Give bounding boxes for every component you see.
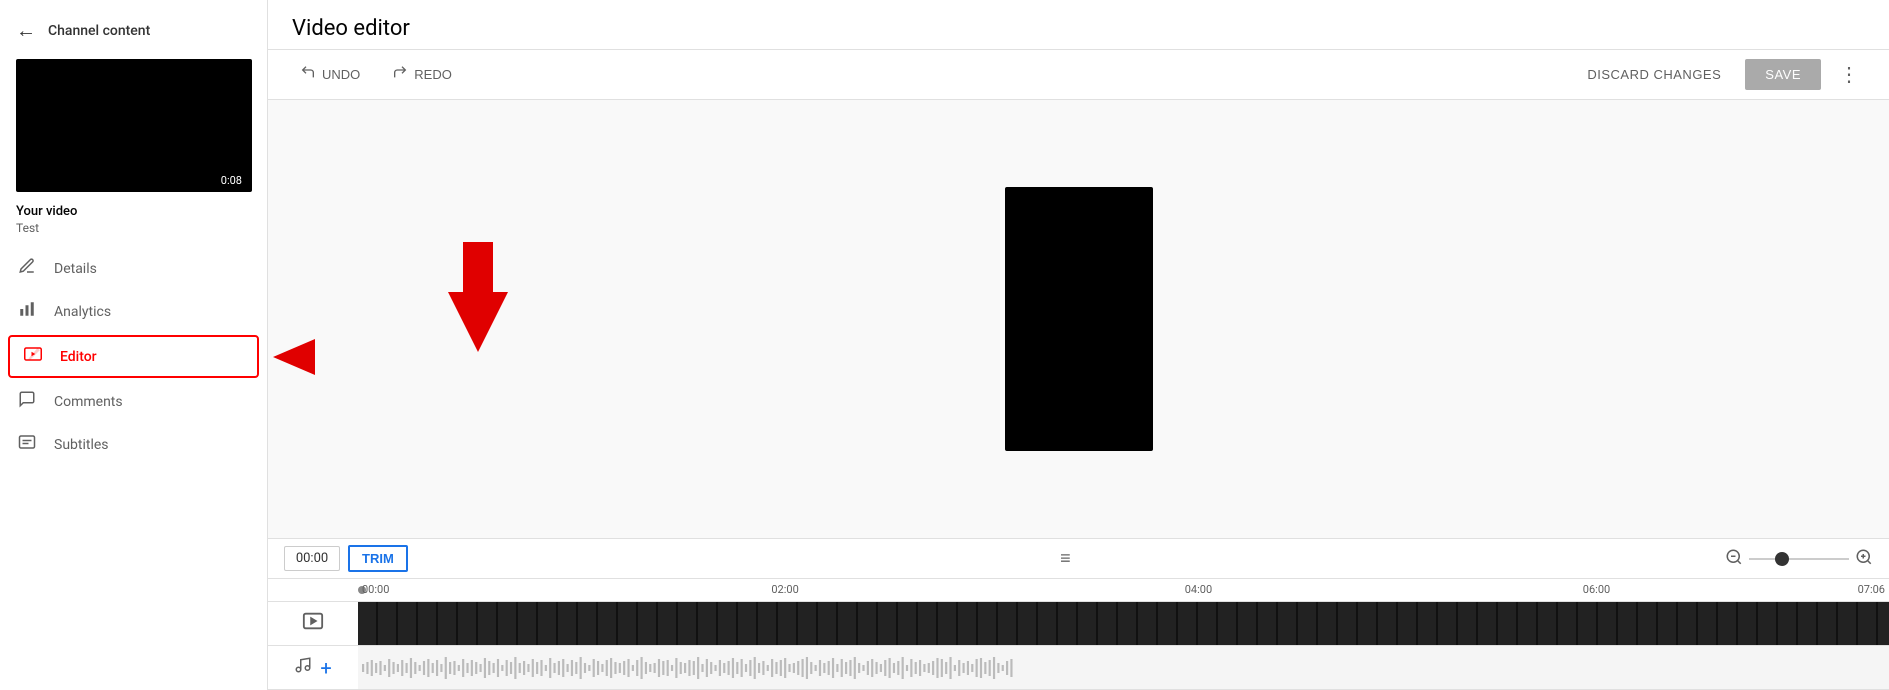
analytics-icon bbox=[16, 300, 38, 323]
audio-waveform: // Generate waveform bars inline via SVG… bbox=[362, 654, 1885, 682]
details-label: Details bbox=[54, 261, 97, 277]
timeline-wrapper: 00:00 02:00 04:00 06:00 07:06 bbox=[268, 579, 1889, 690]
undo-label: UNDO bbox=[322, 67, 360, 82]
back-button[interactable]: ← Channel content bbox=[0, 8, 267, 59]
sidebar-item-comments[interactable]: Comments bbox=[0, 380, 267, 423]
audio-track-row: + // Generate waveform bars inline via S… bbox=[268, 646, 1889, 690]
channel-content-label: Channel content bbox=[48, 23, 150, 39]
sidebar-item-details[interactable]: Details bbox=[0, 247, 267, 290]
page-title: Video editor bbox=[292, 16, 410, 41]
ruler-mark-0: 00:00 bbox=[362, 583, 389, 596]
undo-icon bbox=[300, 64, 316, 85]
video-title: Your video bbox=[16, 204, 251, 219]
page-header: Video editor bbox=[268, 0, 1889, 50]
down-arrow-annotation bbox=[448, 242, 508, 352]
analytics-label: Analytics bbox=[54, 304, 111, 320]
toolbar-right: DISCARD CHANGES SAVE ⋮ bbox=[1575, 58, 1865, 91]
audio-track-content[interactable]: // Generate waveform bars inline via SVG… bbox=[358, 646, 1889, 689]
toolbar-left: UNDO REDO bbox=[292, 60, 460, 89]
ruler-mark-2: 04:00 bbox=[1185, 583, 1212, 596]
ruler-mark-4: 07:06 bbox=[1858, 583, 1885, 596]
editor-label: Editor bbox=[60, 349, 97, 365]
editor-icon bbox=[22, 345, 44, 368]
undo-button[interactable]: UNDO bbox=[292, 60, 368, 89]
timeline-controls: 00:00 TRIM ≡ bbox=[268, 538, 1889, 579]
zoom-slider[interactable] bbox=[1749, 558, 1849, 560]
video-track-icon-area bbox=[268, 610, 358, 637]
toolbar: UNDO REDO DISCARD CHANGES SAVE ⋮ bbox=[268, 50, 1889, 100]
video-duration: 0:08 bbox=[217, 173, 246, 188]
more-icon: ⋮ bbox=[1839, 64, 1859, 86]
ruler-mark-1: 02:00 bbox=[771, 583, 798, 596]
sidebar: ← Channel content 0:08 Your video Test D… bbox=[0, 0, 268, 690]
audio-note-icon bbox=[294, 656, 312, 679]
video-track-content[interactable] bbox=[358, 602, 1889, 645]
video-preview bbox=[1005, 187, 1153, 451]
main-content: Video editor UNDO REDO DISCARD CHANGES S… bbox=[268, 0, 1889, 690]
redo-label: REDO bbox=[414, 67, 452, 82]
subtitles-icon bbox=[16, 433, 38, 456]
sidebar-item-editor[interactable]: Editor bbox=[8, 335, 259, 378]
more-options-button[interactable]: ⋮ bbox=[1833, 58, 1865, 91]
zoom-in-icon[interactable] bbox=[1855, 548, 1873, 570]
details-icon bbox=[16, 257, 38, 280]
zoom-out-icon[interactable] bbox=[1725, 548, 1743, 570]
video-info: Your video Test bbox=[0, 200, 267, 247]
video-thumbnail: 0:08 bbox=[16, 59, 252, 192]
sidebar-item-subtitles[interactable]: Subtitles bbox=[0, 423, 267, 466]
timeline-center: ≡ bbox=[416, 548, 1717, 569]
redo-icon bbox=[392, 64, 408, 85]
comments-icon bbox=[16, 390, 38, 413]
handle-icon: ≡ bbox=[1060, 548, 1073, 569]
timeline-ruler-row: 00:00 02:00 04:00 06:00 07:06 bbox=[268, 579, 1889, 602]
time-display: 00:00 bbox=[284, 546, 340, 571]
ruler-marks-area: 00:00 02:00 04:00 06:00 07:06 bbox=[358, 579, 1889, 601]
sidebar-item-analytics[interactable]: Analytics bbox=[0, 290, 267, 333]
zoom-controls bbox=[1725, 548, 1873, 570]
trim-button[interactable]: TRIM bbox=[348, 545, 408, 572]
subtitles-label: Subtitles bbox=[54, 437, 109, 453]
back-arrow-icon: ← bbox=[16, 18, 36, 43]
redo-button[interactable]: REDO bbox=[384, 60, 460, 89]
discard-changes-button[interactable]: DISCARD CHANGES bbox=[1575, 61, 1733, 88]
audio-track-icon-area: + bbox=[268, 656, 358, 680]
video-subtitle: Test bbox=[16, 221, 251, 235]
add-audio-button[interactable]: + bbox=[320, 656, 331, 680]
preview-area bbox=[268, 100, 1889, 538]
video-track-row bbox=[268, 602, 1889, 646]
ruler-mark-3: 06:00 bbox=[1583, 583, 1610, 596]
comments-label: Comments bbox=[54, 394, 123, 410]
save-button[interactable]: SAVE bbox=[1745, 59, 1821, 90]
video-track-icon bbox=[302, 610, 324, 637]
